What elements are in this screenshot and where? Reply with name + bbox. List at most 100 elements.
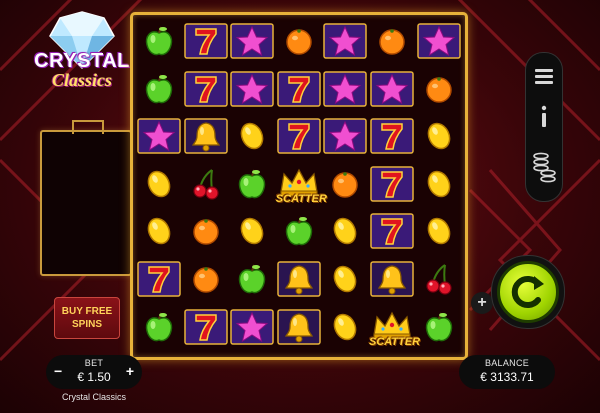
- scatter-label: SCATTER: [275, 192, 327, 205]
- lemon-symbol: [416, 113, 462, 159]
- lemon-symbol: [136, 208, 182, 254]
- game-name: Crystal Classics: [61, 392, 126, 402]
- orange-symbol: [276, 18, 322, 64]
- seven-symbol: [183, 66, 229, 112]
- apple-symbol: [136, 66, 182, 112]
- cherry-icon: [425, 264, 452, 295]
- bell-icon: [370, 261, 414, 297]
- seven-icon: [370, 166, 414, 202]
- bell-icon: [183, 118, 228, 154]
- apple-symbol: [229, 256, 275, 302]
- scatter-symbol: SCATTER: [275, 161, 327, 207]
- lemon-symbol: [229, 113, 275, 159]
- lemon-icon: [240, 122, 264, 150]
- lemon-icon: [427, 122, 450, 150]
- star-symbol: [136, 113, 182, 159]
- bet-panel: − BET € 1.50 +: [46, 355, 142, 389]
- reel-grid-frame: SCATTER SCATTER: [130, 12, 468, 360]
- star-icon: [230, 70, 274, 107]
- seven-icon: [183, 70, 228, 107]
- seven-symbol: [369, 161, 415, 207]
- lemon-symbol: [229, 208, 275, 254]
- bell-symbol: [276, 256, 322, 302]
- lemon-symbol: [416, 208, 462, 254]
- coin-stack-icon: [533, 152, 556, 183]
- apple-icon: [239, 264, 266, 294]
- star-icon: [323, 118, 368, 154]
- seven-icon: [277, 118, 321, 154]
- orange-symbol: [183, 208, 229, 254]
- lemon-symbol: [416, 161, 462, 207]
- seven-symbol: [369, 113, 415, 159]
- bell-symbol: [276, 304, 322, 350]
- star-symbol: [322, 113, 368, 159]
- star-symbol: [229, 304, 275, 350]
- bell-icon: [277, 261, 321, 297]
- balance-panel: BALANCE € 3133.71: [459, 355, 555, 389]
- seven-symbol: [136, 256, 182, 302]
- balance-label: BALANCE: [484, 358, 530, 368]
- bell-icon: [277, 308, 321, 345]
- seven-symbol: [183, 18, 229, 64]
- spin-arrow-icon: [511, 276, 544, 308]
- seven-symbol: [183, 304, 229, 350]
- seven-icon: [183, 308, 228, 345]
- cherry-symbol: [183, 161, 229, 207]
- side-menu: [525, 52, 563, 202]
- orange-icon: [192, 267, 219, 293]
- lemon-symbol: [322, 256, 368, 302]
- scatter-symbol: SCATTER: [369, 304, 420, 350]
- side-menu-icons: [533, 69, 556, 183]
- spin-button[interactable]: [497, 261, 559, 323]
- star-icon: [370, 70, 414, 107]
- game-logo: CRYSTAL Classics: [30, 10, 134, 106]
- orange-icon: [192, 219, 219, 246]
- lemon-icon: [334, 265, 357, 293]
- buy-free-spins-line2: SPINS: [71, 319, 102, 330]
- cherry-icon: [192, 168, 219, 200]
- autoplay-plus-button[interactable]: +: [471, 292, 493, 314]
- seven-icon: [137, 261, 181, 297]
- apple-symbol: [416, 304, 462, 350]
- seven-symbol: [369, 208, 415, 254]
- apple-symbol: [136, 304, 182, 350]
- buy-free-spins-button[interactable]: BUY FREE SPINS: [54, 297, 120, 339]
- seven-symbol: [276, 113, 322, 159]
- seven-icon: [370, 118, 414, 154]
- apple-icon: [145, 312, 173, 341]
- orange-icon: [379, 29, 405, 55]
- apple-icon: [425, 312, 452, 341]
- orange-symbol: [183, 256, 229, 302]
- feature-side-panel: [40, 130, 132, 276]
- lemon-icon: [334, 218, 357, 245]
- cherry-symbol: [416, 256, 462, 302]
- buy-free-spins-line1: BUY FREE: [61, 306, 113, 317]
- apple-icon: [285, 217, 312, 246]
- apple-icon: [145, 26, 173, 56]
- orange-symbol: [416, 66, 462, 112]
- lemon-symbol: [322, 304, 368, 350]
- lemon-symbol: [136, 161, 182, 207]
- star-icon: [230, 308, 274, 345]
- bell-symbol: [183, 113, 229, 159]
- star-icon: [323, 70, 368, 107]
- spin-button-wrap: [491, 255, 565, 329]
- apple-symbol: [136, 18, 182, 64]
- seven-symbol: [276, 66, 322, 112]
- orange-symbol: [322, 161, 368, 207]
- star-symbol: [322, 18, 368, 64]
- orange-icon: [286, 29, 312, 55]
- info-icon: [541, 105, 547, 127]
- seven-icon: [183, 23, 228, 59]
- star-symbol: [416, 18, 462, 64]
- lemon-icon: [147, 170, 171, 198]
- apple-symbol: [276, 208, 322, 254]
- lemon-icon: [334, 313, 357, 340]
- balance-value: € 3133.71: [480, 370, 534, 384]
- lemon-icon: [427, 170, 450, 198]
- hamburger-menu-icon: [535, 69, 553, 84]
- bet-increase-button[interactable]: +: [126, 363, 134, 379]
- bell-symbol: [369, 256, 415, 302]
- apple-icon: [239, 169, 266, 199]
- logo-subtitle: Classics: [51, 70, 112, 90]
